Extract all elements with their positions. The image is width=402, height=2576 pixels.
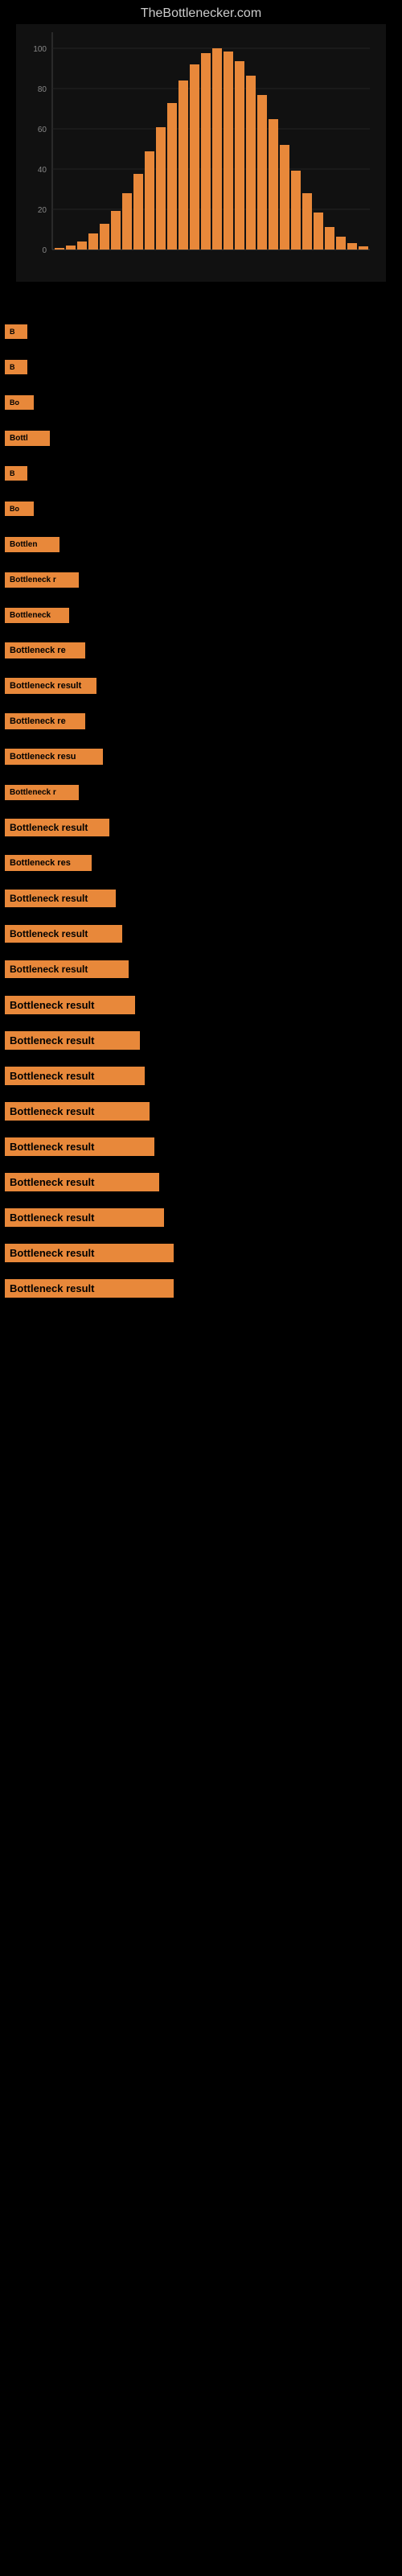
bottleneck-label: Bottleneck re — [5, 642, 85, 658]
bottleneck-label: Bottl — [5, 431, 50, 446]
bottleneck-item[interactable]: Bottlen — [3, 526, 399, 562]
bottleneck-item[interactable]: Bottleneck resu — [3, 739, 399, 774]
bottleneck-label: Bottleneck result — [5, 1173, 159, 1191]
bottleneck-item[interactable]: Bottleneck result — [3, 1235, 399, 1270]
bottleneck-item[interactable]: Bottleneck re — [3, 704, 399, 739]
bottleneck-label: Bottleneck result — [5, 1102, 150, 1121]
bottleneck-item[interactable]: Bottleneck re — [3, 633, 399, 668]
svg-text:100: 100 — [33, 45, 47, 54]
bottleneck-item[interactable]: Bottleneck result — [3, 916, 399, 952]
bottleneck-item[interactable]: Bottl — [3, 420, 399, 456]
bottleneck-item[interactable]: Bottleneck result — [3, 1093, 399, 1129]
bottleneck-item[interactable]: Bottleneck result — [3, 1022, 399, 1058]
bottleneck-item[interactable]: Bottleneck result — [3, 1058, 399, 1093]
bottleneck-item[interactable]: Bottleneck result — [3, 810, 399, 845]
bottleneck-item[interactable]: B — [3, 456, 399, 491]
bottleneck-item[interactable]: Bottleneck result — [3, 881, 399, 916]
bottleneck-label: Bottleneck result — [5, 1279, 174, 1298]
svg-text:60: 60 — [38, 126, 47, 134]
bottleneck-label: B — [5, 466, 27, 481]
bottleneck-label: Bottleneck result — [5, 1067, 145, 1085]
bottleneck-item[interactable]: Bo — [3, 491, 399, 526]
bottleneck-label: Bottleneck result — [5, 925, 122, 943]
bottleneck-item[interactable]: Bottleneck result — [3, 952, 399, 987]
bottleneck-label: Bottleneck result — [5, 678, 96, 694]
bottleneck-label: Bottleneck r — [5, 572, 79, 588]
chart-area: 0 20 40 60 80 100 — [16, 24, 386, 282]
bottleneck-label: Bottleneck result — [5, 960, 129, 978]
bottleneck-item[interactable]: Bottleneck — [3, 597, 399, 633]
bottleneck-label: B — [5, 324, 27, 339]
bottleneck-item[interactable]: Bo — [3, 385, 399, 420]
bottleneck-item[interactable]: Bottleneck result — [3, 1199, 399, 1235]
bottleneck-item[interactable]: Bottleneck result — [3, 668, 399, 704]
bottleneck-label: Bottleneck res — [5, 855, 92, 871]
bottleneck-item[interactable]: B — [3, 349, 399, 385]
bottleneck-item[interactable]: B — [3, 314, 399, 349]
bottleneck-label: Bottleneck result — [5, 1244, 174, 1262]
bottleneck-label: Bottleneck result — [5, 819, 109, 836]
bottleneck-label: Bottleneck result — [5, 996, 135, 1014]
bottleneck-label: Bottleneck result — [5, 1031, 140, 1050]
bottleneck-label: Bottlen — [5, 537, 59, 552]
svg-text:80: 80 — [38, 85, 47, 94]
bottleneck-label: Bottleneck r — [5, 785, 79, 800]
bottleneck-list: B B Bo Bottl B Bo Bottlen Bottleneck r Bottlenec… — [0, 314, 402, 1306]
bottleneck-item[interactable]: Bottleneck result — [3, 1270, 399, 1306]
bottleneck-label: Bottleneck re — [5, 713, 85, 729]
site-title: TheBottlenecker.com — [0, 0, 402, 24]
bottleneck-label: Bottleneck — [5, 608, 69, 623]
bottleneck-item[interactable]: Bottleneck result — [3, 1129, 399, 1164]
bottleneck-item[interactable]: Bottleneck result — [3, 1164, 399, 1199]
svg-text:0: 0 — [42, 246, 47, 255]
bottleneck-label: B — [5, 360, 27, 374]
bottleneck-label: Bo — [5, 395, 34, 410]
bottleneck-label: Bottleneck result — [5, 890, 116, 907]
bottleneck-label: Bottleneck result — [5, 1137, 154, 1156]
bottleneck-label: Bo — [5, 502, 34, 516]
bottleneck-item[interactable]: Bottleneck r — [3, 562, 399, 597]
svg-text:20: 20 — [38, 206, 47, 215]
bottleneck-label: Bottleneck resu — [5, 749, 103, 765]
bottleneck-item[interactable]: Bottleneck result — [3, 987, 399, 1022]
svg-text:40: 40 — [38, 166, 47, 175]
bottleneck-label: Bottleneck result — [5, 1208, 164, 1227]
bottleneck-item[interactable]: Bottleneck r — [3, 774, 399, 810]
bottleneck-item[interactable]: Bottleneck res — [3, 845, 399, 881]
